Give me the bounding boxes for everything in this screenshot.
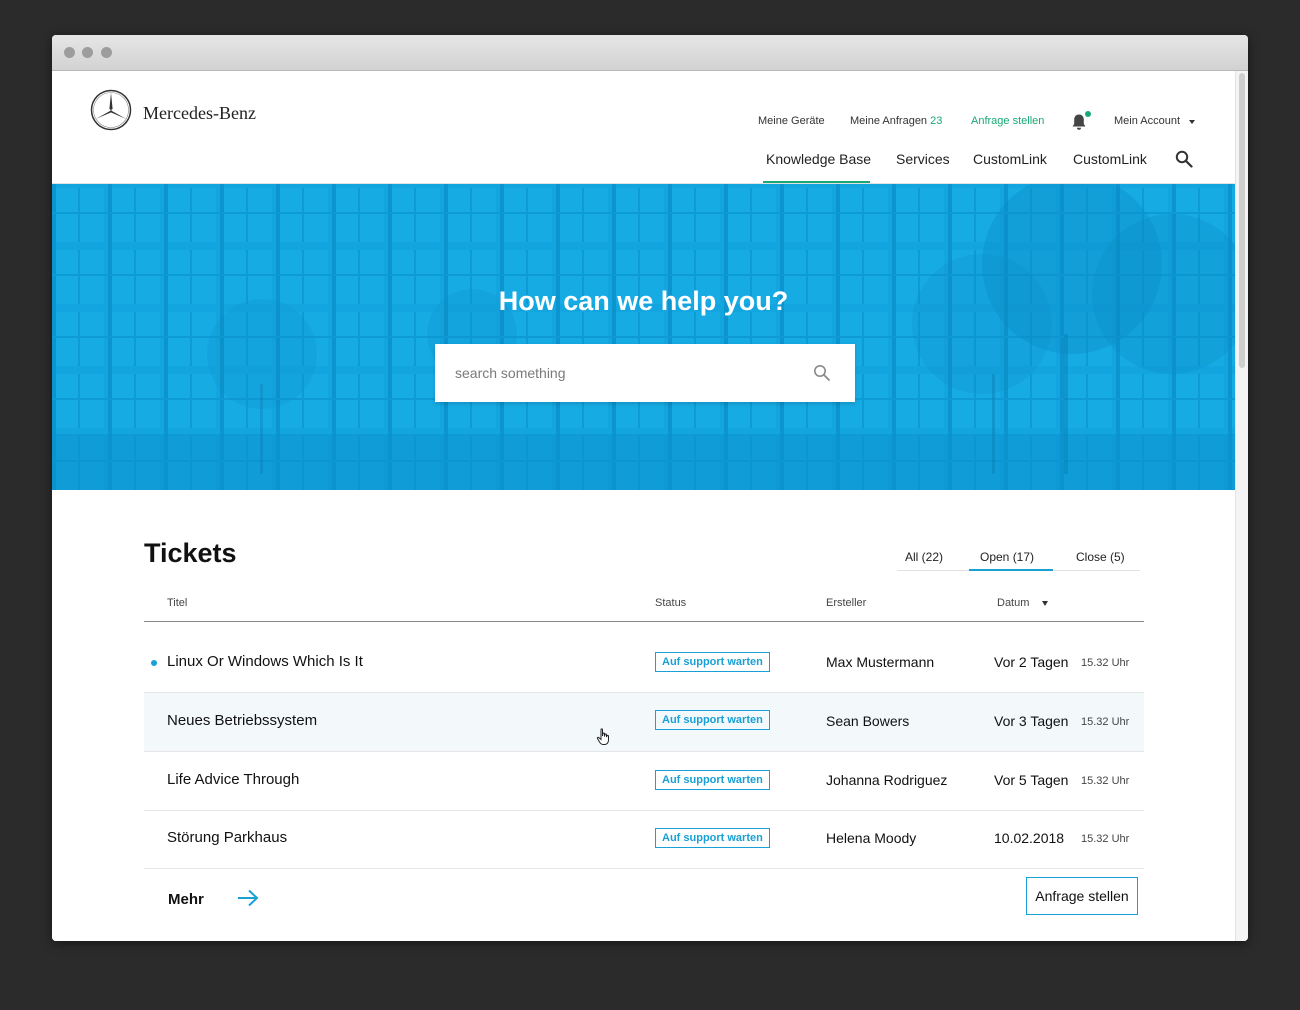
link-meine-anfragen[interactable]: Meine Anfragen 23 bbox=[850, 115, 942, 127]
link-anfrage-stellen[interactable]: Anfrage stellen bbox=[971, 115, 1044, 127]
table-row[interactable]: Neues Betriebssystem Auf support warten … bbox=[144, 693, 1144, 752]
nav-knowledge-base[interactable]: Knowledge Base bbox=[766, 151, 871, 167]
ticket-creator: Johanna Rodriguez bbox=[826, 772, 948, 788]
chevron-down-icon bbox=[1189, 120, 1195, 124]
requests-count-badge: 23 bbox=[930, 115, 943, 127]
ticket-title[interactable]: Linux Or Windows Which Is It bbox=[167, 653, 363, 670]
hero-banner: How can we help you? bbox=[52, 184, 1235, 490]
status-badge: Auf support warten bbox=[655, 652, 770, 672]
status-badge: Auf support warten bbox=[655, 828, 770, 848]
table-row[interactable]: Life Advice Through Auf support warten J… bbox=[144, 752, 1144, 811]
mercedes-star-icon[interactable] bbox=[90, 89, 132, 131]
notification-dot bbox=[1085, 111, 1091, 117]
ticket-date: 10.02.2018 bbox=[994, 830, 1065, 846]
unread-dot bbox=[151, 660, 157, 666]
arrow-right-icon[interactable] bbox=[236, 888, 260, 908]
scrollbar-thumb[interactable] bbox=[1239, 73, 1245, 368]
vertical-scrollbar[interactable] bbox=[1235, 71, 1248, 941]
sort-caret-icon[interactable] bbox=[1042, 601, 1048, 606]
anfrage-stellen-button[interactable]: Anfrage stellen bbox=[1026, 877, 1138, 915]
table-header-divider bbox=[144, 621, 1144, 622]
search-input[interactable] bbox=[455, 362, 795, 384]
filter-tab-open[interactable]: Open (17) bbox=[980, 550, 1034, 564]
tickets-heading: Tickets bbox=[144, 538, 237, 568]
ticket-time: 15.32 Uhr bbox=[1081, 657, 1130, 669]
ticket-time: 15.32 Uhr bbox=[1081, 775, 1130, 787]
brand-name[interactable]: Mercedes-Benz bbox=[143, 103, 256, 124]
search-icon[interactable] bbox=[813, 364, 831, 382]
nav-customlink-1[interactable]: CustomLink bbox=[973, 151, 1047, 167]
column-header-datum[interactable]: Datum bbox=[997, 597, 1029, 609]
ticket-date: Vor 3 Tagen bbox=[994, 713, 1069, 729]
ticket-time: 15.32 Uhr bbox=[1081, 833, 1130, 845]
account-menu[interactable]: Mein Account bbox=[1114, 115, 1180, 127]
more-link[interactable]: Mehr bbox=[168, 891, 204, 908]
ticket-title[interactable]: Life Advice Through bbox=[167, 771, 299, 788]
table-row[interactable]: Störung Parkhaus Auf support warten Hele… bbox=[144, 810, 1144, 869]
window-titlebar bbox=[52, 35, 1248, 71]
filter-active-indicator bbox=[969, 569, 1053, 571]
nav-customlink-2[interactable]: CustomLink bbox=[1073, 151, 1147, 167]
ticket-creator: Helena Moody bbox=[826, 830, 917, 846]
hand-cursor-icon bbox=[596, 728, 609, 745]
hero-background-building bbox=[52, 184, 1235, 490]
column-header-ersteller[interactable]: Ersteller bbox=[826, 597, 866, 609]
ticket-date: Vor 5 Tagen bbox=[994, 772, 1069, 788]
page-content: Mercedes-Benz Meine Geräte Meine Anfrage… bbox=[52, 71, 1235, 941]
ticket-title[interactable]: Störung Parkhaus bbox=[167, 829, 287, 846]
window-close-button[interactable] bbox=[64, 47, 75, 58]
filter-tab-close[interactable]: Close (5) bbox=[1076, 550, 1125, 564]
ticket-creator: Max Mustermann bbox=[826, 654, 935, 670]
hero-title: How can we help you? bbox=[498, 286, 789, 316]
table-row[interactable]: Linux Or Windows Which Is It Auf support… bbox=[144, 634, 1144, 693]
ticket-date: Vor 2 Tagen bbox=[994, 654, 1069, 670]
status-badge: Auf support warten bbox=[655, 710, 770, 730]
window-maximize-button[interactable] bbox=[101, 47, 112, 58]
window-minimize-button[interactable] bbox=[82, 47, 93, 58]
link-meine-anfragen-label: Meine Anfragen bbox=[850, 115, 928, 127]
status-badge: Auf support warten bbox=[655, 770, 770, 790]
column-header-status[interactable]: Status bbox=[655, 597, 686, 609]
column-header-titel[interactable]: Titel bbox=[167, 597, 187, 609]
browser-window: Mercedes-Benz Meine Geräte Meine Anfrage… bbox=[52, 35, 1248, 941]
filter-tab-all[interactable]: All (22) bbox=[905, 550, 943, 564]
ticket-time: 15.32 Uhr bbox=[1081, 716, 1130, 728]
link-meine-geraete[interactable]: Meine Geräte bbox=[758, 115, 825, 127]
ticket-title[interactable]: Neues Betriebssystem bbox=[167, 712, 317, 729]
hero-search-box bbox=[435, 344, 855, 402]
nav-services[interactable]: Services bbox=[896, 151, 950, 167]
ticket-creator: Sean Bowers bbox=[826, 713, 910, 729]
search-icon[interactable] bbox=[1175, 150, 1193, 168]
